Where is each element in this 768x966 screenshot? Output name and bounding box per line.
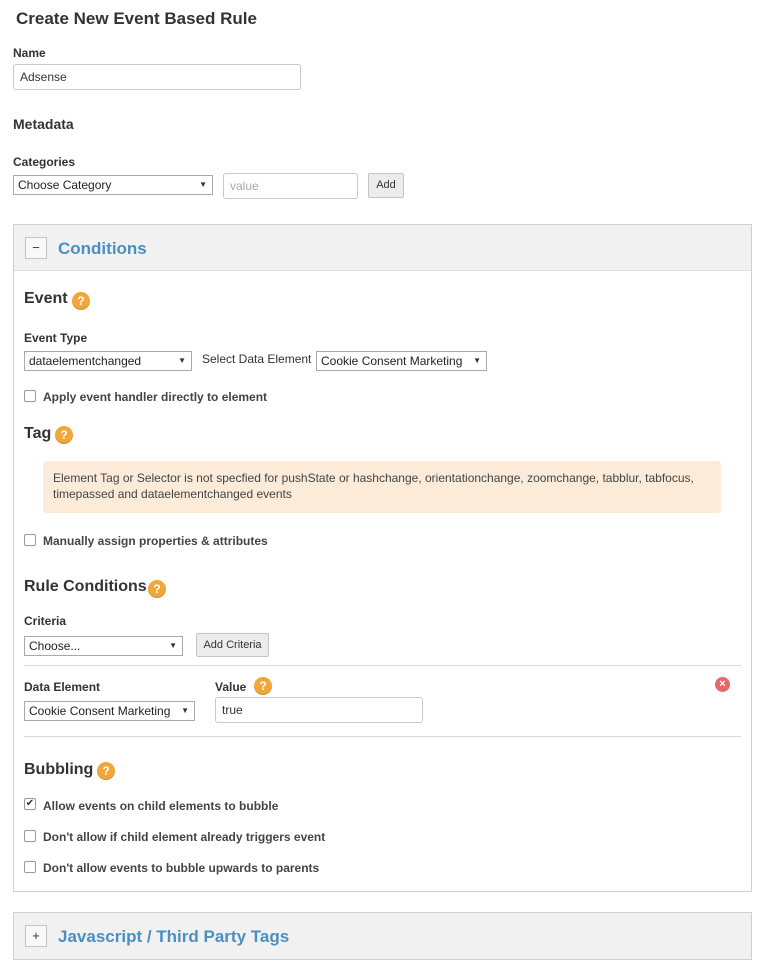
conditions-panel-header[interactable]: − Conditions [14, 225, 751, 271]
bubble-option-checkbox-2[interactable] [24, 861, 36, 873]
javascript-panel-header[interactable]: + Javascript / Third Party Tags [14, 913, 751, 959]
event-heading: Event [24, 290, 68, 307]
condition-data-element-select[interactable]: Cookie Consent Marketing ▼ [24, 701, 195, 721]
value-help-icon[interactable]: ? [254, 677, 272, 695]
divider [24, 736, 741, 737]
bubble-option-label-1: Don't allow if child element already tri… [43, 830, 326, 844]
metadata-heading: Metadata [13, 116, 74, 132]
manual-assign-label: Manually assign properties & attributes [43, 534, 268, 548]
condition-value-input[interactable] [215, 697, 423, 723]
chevron-down-icon: ▼ [181, 706, 189, 715]
category-select[interactable]: Choose Category ▼ [13, 175, 213, 195]
criteria-label: Criteria [24, 614, 67, 628]
condition-value-label: Value [215, 680, 247, 694]
apply-handler-label: Apply event handler directly to element [43, 390, 268, 404]
name-label: Name [13, 46, 46, 60]
name-input[interactable] [13, 64, 301, 90]
category-value-input[interactable] [223, 173, 358, 199]
event-type-select[interactable]: dataelementchanged ▼ [24, 351, 192, 371]
tag-notice: Element Tag or Selector is not specfied … [43, 461, 721, 513]
bubble-option-label-2: Don't allow events to bubble upwards to … [43, 861, 320, 875]
javascript-title: Javascript / Third Party Tags [58, 927, 290, 946]
chevron-down-icon: ▼ [199, 180, 207, 189]
collapse-conditions-button[interactable]: − [25, 237, 47, 259]
category-select-value: Choose Category [18, 178, 112, 192]
add-criteria-button[interactable]: Add Criteria [196, 633, 269, 657]
event-data-element-value: Cookie Consent Marketing [321, 354, 463, 368]
expand-javascript-button[interactable]: + [25, 925, 47, 947]
chevron-down-icon: ▼ [178, 356, 186, 365]
chevron-down-icon: ▼ [473, 356, 481, 365]
tag-help-icon[interactable]: ? [55, 426, 73, 444]
apply-handler-checkbox[interactable] [24, 390, 36, 402]
condition-data-element-value: Cookie Consent Marketing [29, 704, 171, 718]
page-title: Create New Event Based Rule [16, 9, 257, 28]
event-help-icon[interactable]: ? [72, 292, 90, 310]
categories-label: Categories [13, 155, 76, 169]
bubbling-heading: Bubbling [24, 761, 94, 778]
condition-data-element-label: Data Element [24, 680, 101, 694]
add-category-button[interactable]: Add [368, 173, 404, 198]
bubbling-help-icon[interactable]: ? [97, 762, 115, 780]
divider [24, 665, 741, 666]
event-data-element-select[interactable]: Cookie Consent Marketing ▼ [316, 351, 487, 371]
manual-assign-checkbox[interactable] [24, 534, 36, 546]
chevron-down-icon: ▼ [169, 641, 177, 650]
rule-conditions-help-icon[interactable]: ? [148, 580, 166, 598]
remove-condition-icon[interactable]: × [715, 677, 730, 692]
select-data-element-label: Select Data Element [202, 352, 312, 366]
bubble-option-checkbox-0[interactable]: ✔ [24, 798, 36, 810]
rule-conditions-heading: Rule Conditions [24, 578, 147, 595]
bubble-option-label-0: Allow events on child elements to bubble [43, 799, 279, 813]
bubble-option-checkbox-1[interactable] [24, 830, 36, 842]
conditions-title: Conditions [58, 239, 147, 258]
javascript-panel: + Javascript / Third Party Tags [13, 912, 752, 960]
checkmark-icon: ✔ [25, 798, 35, 809]
tag-heading: Tag [24, 425, 52, 442]
criteria-select-value: Choose... [29, 639, 81, 653]
event-type-label: Event Type [24, 331, 88, 345]
criteria-select[interactable]: Choose... ▼ [24, 636, 183, 656]
event-type-value: dataelementchanged [29, 354, 142, 368]
conditions-panel: − Conditions [13, 224, 752, 892]
